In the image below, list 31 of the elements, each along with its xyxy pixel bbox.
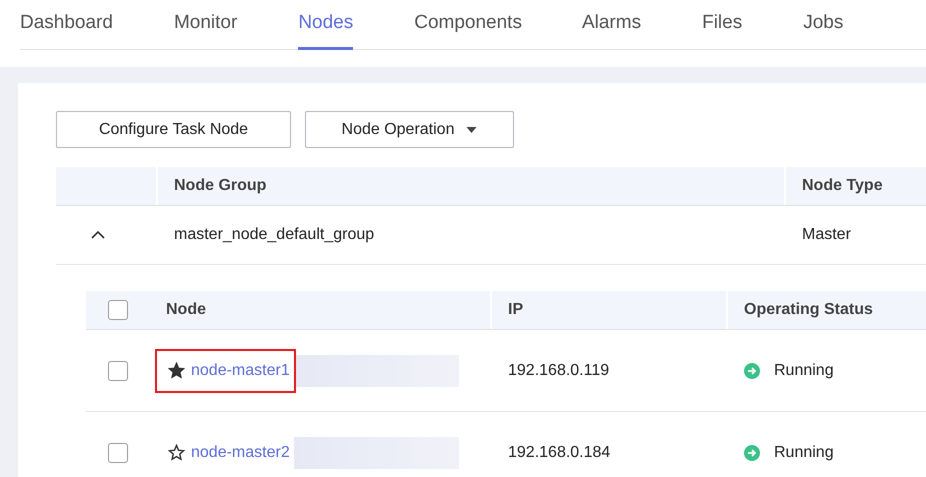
column-header: IP [490, 291, 726, 329]
node-link[interactable]: node-master2 [191, 444, 290, 462]
table-cell: Master [802, 226, 851, 244]
configure-button[interactable]: Configure Task Node [56, 111, 291, 148]
tab[interactable]: Jobs [803, 0, 844, 50]
filled-star-icon[interactable] [168, 362, 185, 379]
dropdown-button[interactable]: Node Operation [305, 111, 514, 148]
tab[interactable]: Monitor [174, 0, 238, 50]
tab[interactable]: Components [414, 0, 522, 50]
tab[interactable]: Alarms [582, 0, 642, 50]
table-cell: 192.168.0.184 [508, 444, 610, 462]
caret-icon [466, 126, 478, 132]
table-cell: 192.168.0.119 [508, 362, 610, 380]
tab[interactable]: Nodes [298, 0, 354, 50]
column-header: Node Type [784, 167, 926, 205]
checkbox[interactable] [108, 442, 128, 462]
tab[interactable]: Files [702, 0, 742, 50]
star-icon[interactable] [168, 444, 185, 461]
checkbox[interactable] [108, 360, 128, 380]
tab[interactable]: Dashboard [20, 0, 113, 50]
column-header: Operating Status [726, 291, 926, 329]
column-header: Node [165, 300, 207, 320]
running-status-icon [744, 444, 760, 460]
status-text: Running [774, 362, 834, 380]
node-link[interactable]: node-master1 [191, 362, 290, 380]
table-cell: master_node_default_group [174, 226, 374, 244]
expand-toggle-icon[interactable] [91, 231, 105, 239]
checkbox[interactable] [108, 300, 128, 320]
running-status-icon [744, 362, 760, 378]
column-header: Node Group [156, 167, 784, 205]
status-text: Running [774, 444, 834, 462]
